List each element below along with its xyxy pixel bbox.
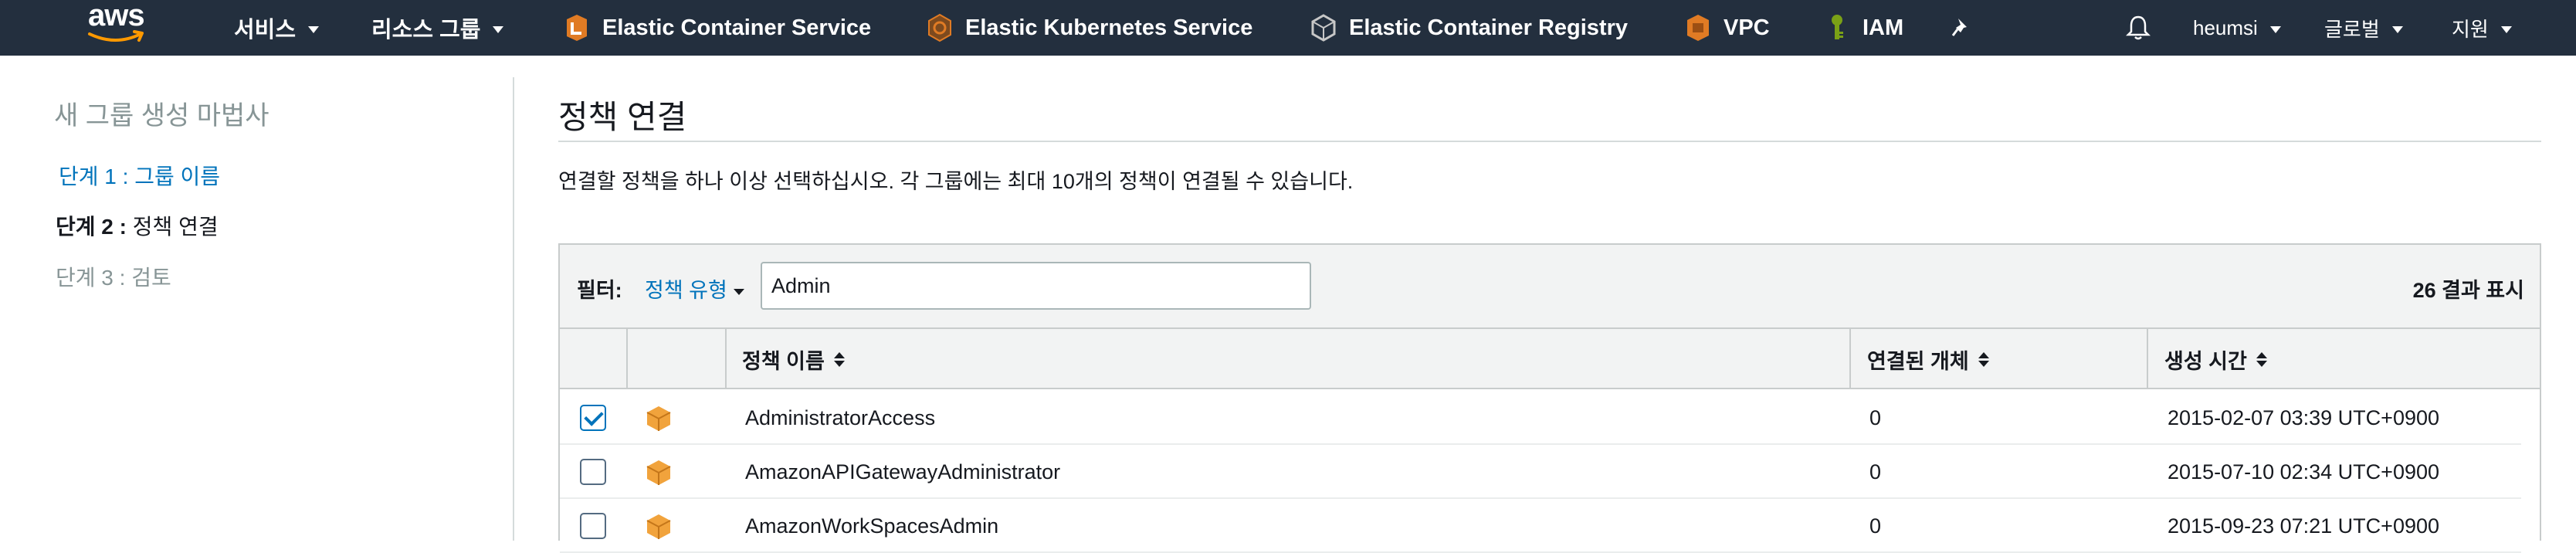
wizard-step-2-current: 단계 2 : 정책 연결 xyxy=(56,210,219,241)
policy-table: 필터: 정책 유형 26 결과 표시 정책 이름 연결된 개체 생성 시간 xyxy=(558,243,2541,553)
attached-entities-cell: 0 xyxy=(1869,460,1882,483)
column-header-attached-entities[interactable]: 연결된 개체 xyxy=(1867,329,1989,389)
ecr-icon xyxy=(1311,14,1336,42)
aws-logo-text: aws xyxy=(88,0,145,32)
column-divider xyxy=(626,329,628,389)
shortcut-label: Elastic Container Service xyxy=(602,15,872,40)
policy-cube-icon xyxy=(646,406,671,431)
sort-icon xyxy=(1978,351,1989,367)
filter-bar: 필터: 정책 유형 26 결과 표시 xyxy=(560,245,2540,329)
chevron-down-icon xyxy=(2269,25,2281,33)
row-checkbox[interactable] xyxy=(580,405,606,431)
step-label: 정책 연결 xyxy=(132,215,219,239)
support-menu[interactable]: 지원 xyxy=(2452,0,2512,56)
pin-icon xyxy=(1951,19,1967,36)
chevron-down-icon xyxy=(2391,25,2403,33)
creation-time-cell: 2015-02-07 03:39 UTC+0900 xyxy=(2168,405,2440,429)
shortcut-eks[interactable]: Elastic Kubernetes Service xyxy=(927,0,1252,56)
wizard-step-1-link[interactable]: 단계 1 : 그룹 이름 xyxy=(59,160,220,191)
chevron-down-icon xyxy=(2500,25,2512,33)
policy-cube-icon xyxy=(646,460,671,485)
policy-type-label: 정책 유형 xyxy=(645,279,727,302)
column-divider xyxy=(1849,329,1851,389)
services-menu[interactable]: 서비스 xyxy=(234,0,320,56)
pin-shortcut-button[interactable] xyxy=(1951,0,1971,56)
iam-key-icon xyxy=(1832,15,1843,39)
column-header-label: 연결된 개체 xyxy=(1867,349,1969,373)
vpc-icon xyxy=(1687,15,1709,41)
sort-icon xyxy=(833,351,845,367)
shortcut-label: Elastic Container Registry xyxy=(1349,15,1628,40)
row-checkbox[interactable] xyxy=(580,459,606,485)
notifications-button[interactable] xyxy=(2126,0,2151,56)
table-row[interactable]: AdministratorAccess 0 2015-02-07 03:39 U… xyxy=(560,391,2521,445)
page-title: 정책 연결 xyxy=(558,99,687,135)
result-count: 26 결과 표시 xyxy=(2412,279,2524,302)
shortcut-iam[interactable]: IAM xyxy=(1824,0,1903,56)
table-row[interactable]: AmazonAPIGatewayAdministrator 0 2015-07-… xyxy=(560,445,2521,499)
resource-groups-menu[interactable]: 리소스 그룹 xyxy=(371,0,504,56)
column-divider xyxy=(725,329,727,389)
creation-time-cell: 2015-09-23 07:21 UTC+0900 xyxy=(2168,514,2440,538)
support-label: 지원 xyxy=(2452,17,2489,41)
column-header-label: 정책 이름 xyxy=(742,349,825,373)
title-divider xyxy=(558,141,2541,142)
sidebar-divider xyxy=(513,77,514,541)
user-label: heumsi xyxy=(2193,15,2258,39)
policy-name-link[interactable]: AmazonAPIGatewayAdministrator xyxy=(745,445,1060,499)
policy-cube-icon xyxy=(646,514,671,539)
shortcut-label: VPC xyxy=(1724,15,1770,40)
wizard-title: 새 그룹 생성 마법사 xyxy=(54,101,269,131)
resource-groups-label: 리소스 그룹 xyxy=(371,18,481,42)
attached-entities-cell: 0 xyxy=(1869,514,1882,538)
policy-name-link[interactable]: AdministratorAccess xyxy=(745,391,935,445)
bell-icon xyxy=(2126,15,2151,40)
aws-logo[interactable]: aws xyxy=(85,0,154,48)
search-input[interactable] xyxy=(761,262,1311,310)
shortcut-label: IAM xyxy=(1863,15,1904,40)
step-prefix: 단계 2 : xyxy=(56,215,127,239)
sort-icon xyxy=(2256,351,2267,367)
eks-icon xyxy=(928,13,951,42)
creation-time-cell: 2015-07-10 02:34 UTC+0900 xyxy=(2168,460,2440,483)
shortcut-label: Elastic Kubernetes Service xyxy=(965,15,1253,40)
services-label: 서비스 xyxy=(234,18,297,42)
shortcut-ecs[interactable]: Elastic Container Service xyxy=(564,0,871,56)
page-description: 연결할 정책을 하나 이상 선택하십시오. 각 그룹에는 최대 10개의 정책이… xyxy=(558,170,1354,193)
table-row[interactable]: AmazonWorkSpacesAdmin 0 2015-09-23 07:21… xyxy=(560,499,2521,553)
top-navigation-bar: aws 서비스 리소스 그룹 Elastic Container Service… xyxy=(0,0,2576,56)
column-header-label: 생성 시간 xyxy=(2164,349,2247,373)
region-label: 글로벌 xyxy=(2324,17,2380,41)
region-menu[interactable]: 글로벌 xyxy=(2324,0,2403,56)
shortcut-ecr[interactable]: Elastic Container Registry xyxy=(1310,0,1628,56)
wizard-step-3: 단계 3 : 검토 xyxy=(56,266,171,290)
policy-type-filter-dropdown[interactable]: 정책 유형 xyxy=(645,273,744,304)
row-checkbox[interactable] xyxy=(580,513,606,539)
policy-name-link[interactable]: AmazonWorkSpacesAdmin xyxy=(745,499,998,553)
filter-label: 필터: xyxy=(577,279,622,302)
column-divider xyxy=(2147,329,2148,389)
aws-smile-icon xyxy=(88,30,144,42)
user-menu[interactable]: heumsi xyxy=(2193,0,2281,56)
table-header: 정책 이름 연결된 개체 생성 시간 xyxy=(560,329,2540,389)
shortcut-vpc[interactable]: VPC xyxy=(1685,0,1770,56)
column-header-policy-name[interactable]: 정책 이름 xyxy=(742,329,845,389)
ecs-icon xyxy=(567,15,587,41)
chevron-down-icon xyxy=(308,25,320,33)
chevron-down-icon xyxy=(493,25,504,33)
column-header-creation-time[interactable]: 생성 시간 xyxy=(2164,329,2267,389)
attached-entities-cell: 0 xyxy=(1869,405,1882,429)
caret-down-icon xyxy=(733,288,744,295)
